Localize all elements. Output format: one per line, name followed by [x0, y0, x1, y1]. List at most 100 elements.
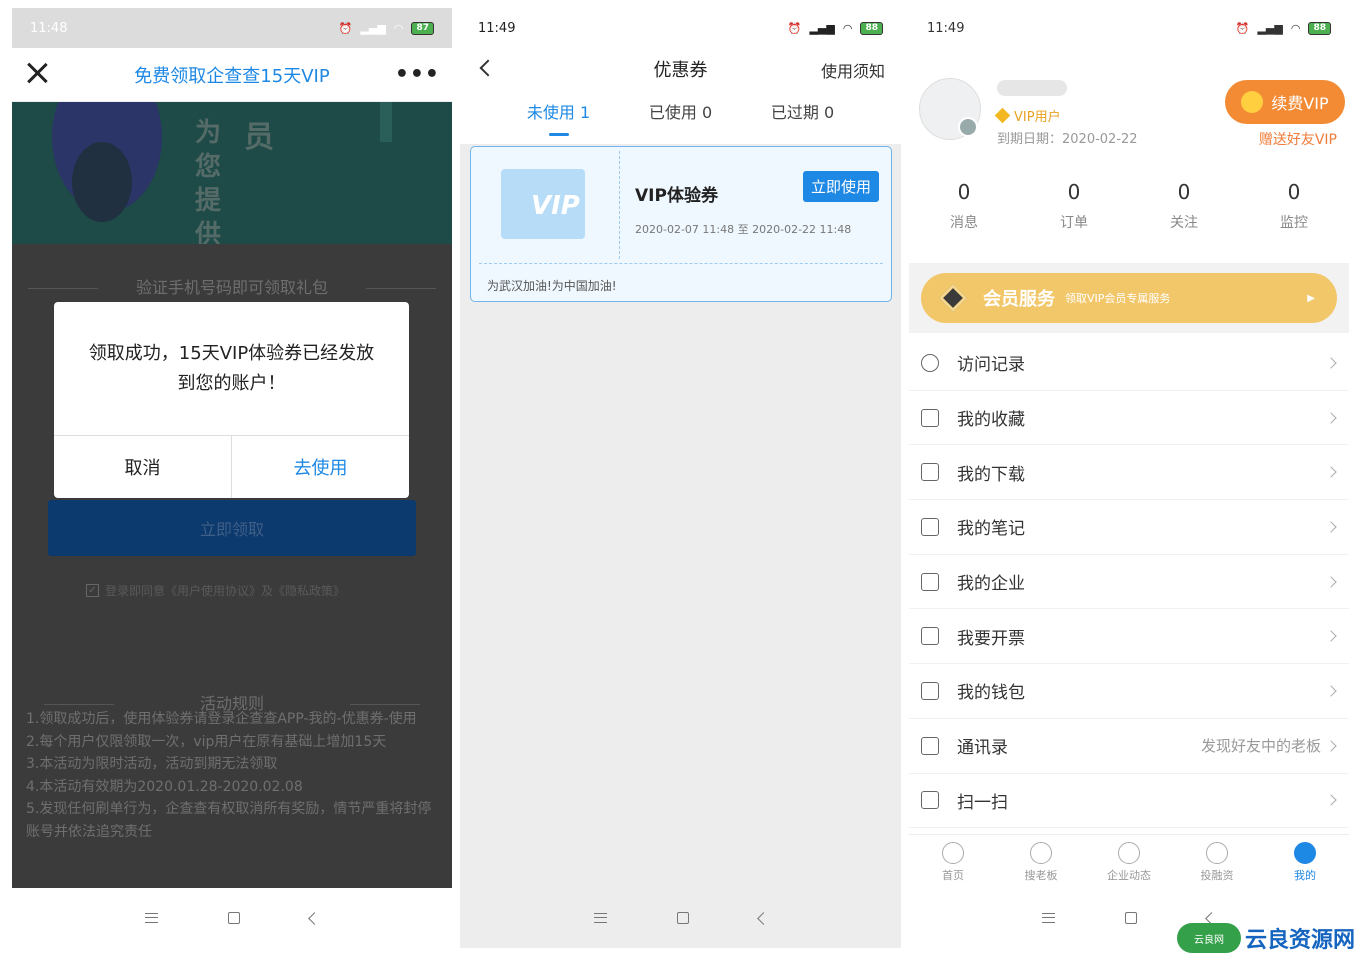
status-icons: ⏰ ▂▄▆ ◠ 88 [1235, 21, 1331, 35]
use-now-button[interactable]: 立即使用 [802, 171, 879, 202]
gift-vip-link[interactable]: 赠送好友VIP [1259, 129, 1337, 149]
menu-label: 通讯录 [957, 738, 1008, 759]
more-icon[interactable]: ••• [395, 62, 440, 87]
menu-item-wallet[interactable]: 我的钱包 [909, 664, 1349, 719]
chevron-right-icon [1325, 357, 1337, 369]
tab-label: 我的 [1294, 869, 1316, 882]
menu-item-scan[interactable]: 扫一扫 [909, 774, 1349, 829]
clock-icon [921, 353, 939, 372]
stat-follows[interactable]: 0 关注 [1129, 180, 1239, 232]
menu-label: 扫一扫 [957, 792, 1008, 813]
wallet-icon [921, 681, 939, 700]
rule-item: 4.本活动有效期为2020.01.28-2020.02.08 [26, 778, 303, 795]
menu-label: 我的收藏 [957, 410, 1025, 431]
rule-item: 2.每个用户仅限领取一次，vip用户在原有基础上增加15天 [26, 733, 387, 750]
wifi-icon: ◠ [842, 21, 853, 35]
renew-label: 续费VIP [1271, 94, 1329, 113]
menu-label: 我的企业 [957, 574, 1025, 595]
vip-coin-icon [1241, 91, 1264, 113]
status-bar: 11:49 ⏰ ▂▄▆ ◠ 88 [460, 8, 901, 48]
rules-list: 1.领取成功后，使用体验券请登录企查查APP-我的-优惠券-使用 2.每个用户仅… [26, 708, 438, 843]
claim-button[interactable]: 立即领取 [48, 500, 416, 556]
back-icon[interactable] [308, 911, 321, 925]
home-icon[interactable] [676, 912, 689, 924]
menu-label: 访问记录 [957, 355, 1025, 376]
wifi-icon: ◠ [1290, 21, 1301, 35]
watermark: 云良网 云良资源网 [1176, 922, 1355, 954]
cancel-button[interactable]: 取消 [54, 436, 232, 498]
home-icon[interactable] [1125, 912, 1137, 924]
battery-icon: 88 [860, 21, 883, 35]
top-bar: 免费领取企查查15天VIP ••• [12, 48, 452, 102]
stat-messages[interactable]: 0 消息 [909, 180, 1019, 232]
dialog-message: 领取成功，15天VIP体验券已经发放到您的账户！ [54, 302, 409, 436]
stat-monitor[interactable]: 0 监控 [1239, 180, 1349, 232]
chevron-right-icon [1325, 685, 1337, 697]
alarm-icon: ⏰ [1235, 21, 1250, 35]
menu-item-notes[interactable]: 我的笔记 [909, 500, 1349, 555]
home-icon[interactable] [228, 912, 240, 924]
chevron-right-icon [1325, 411, 1337, 424]
watermark-badge: 云良网 [1176, 923, 1241, 953]
avatar[interactable] [919, 78, 981, 140]
close-icon[interactable] [24, 60, 50, 86]
back-icon[interactable] [756, 911, 770, 925]
news-icon [1118, 842, 1140, 864]
watermark-text: 云良资源网 [1244, 928, 1355, 953]
agreement-text: 登录即同意《用户使用协议》及《隐私政策》 [105, 584, 346, 598]
checkbox-icon[interactable]: ✓ [86, 584, 99, 597]
stat-num: 0 [957, 180, 971, 204]
vip-user-badge: VIP用户 [994, 106, 1061, 125]
tab-boss[interactable]: 搜老板 [997, 835, 1085, 890]
status-icons: ⏰ ▂▄▆ ◠ 87 [339, 21, 434, 35]
tab-unused[interactable]: 未使用 1 [498, 100, 620, 140]
chevron-right-icon [1325, 794, 1337, 807]
tab-news[interactable]: 企业动态 [1085, 835, 1173, 890]
status-bar: 11:49 ⏰ ▂▄▆ ◠ 88 [909, 8, 1349, 48]
status-time: 11:49 [927, 20, 965, 36]
phone-screen-claim: 11:48 ⏰ ▂▄▆ ◠ 87 免费领取企查查15天VIP ••• 为您提供 … [12, 8, 452, 948]
stat-num: 0 [1287, 180, 1301, 204]
status-time: 11:49 [478, 20, 516, 36]
menu-label: 我的笔记 [957, 519, 1025, 540]
wifi-icon: ◠ [393, 21, 404, 35]
menu-icon[interactable] [593, 913, 607, 923]
username-blurred [997, 80, 1067, 96]
scan-icon [921, 791, 939, 810]
chevron-right-icon [1325, 630, 1337, 642]
renew-vip-button[interactable]: 续费VIP [1225, 80, 1345, 124]
menu-item-company[interactable]: 我的企业 [909, 555, 1349, 610]
vip-service-section: 会员服务 领取VIP会员专属服务 ▶ [909, 263, 1349, 333]
building-icon [921, 572, 939, 591]
expire-date: 到期日期：2020-02-22 [997, 132, 1138, 147]
stat-label: 关注 [1170, 215, 1198, 231]
tab-used[interactable]: 已使用 0 [620, 100, 742, 140]
menu-icon[interactable] [1042, 913, 1055, 923]
agreement[interactable]: ✓ 登录即同意《用户使用协议》及《隐私政策》 [86, 582, 345, 599]
tab-expired[interactable]: 已过期 0 [742, 100, 864, 140]
go-use-button[interactable]: 去使用 [232, 436, 409, 498]
stats-row: 0 消息 0 订单 0 关注 0 监控 [909, 180, 1349, 232]
phone-screen-profile: 11:49 ⏰ ▂▄▆ ◠ 88 VIP用户 到期日期：2020-02-22 续… [909, 8, 1349, 948]
bottom-tab-bar: 首页 搜老板 企业动态 投融资 我的 [909, 834, 1349, 890]
status-icons: ⏰ ▂▄▆ ◠ 88 [787, 21, 883, 35]
menu-item-history[interactable]: 访问记录 [909, 336, 1349, 391]
vip-service-banner[interactable]: 会员服务 领取VIP会员专属服务 ▶ [921, 273, 1337, 323]
menu-item-downloads[interactable]: 我的下载 [909, 445, 1349, 501]
tab-profile[interactable]: 我的 [1261, 835, 1349, 890]
alarm-icon: ⏰ [787, 21, 802, 35]
stat-label: 消息 [950, 215, 978, 231]
note-icon [921, 517, 939, 536]
menu-item-contacts[interactable]: 通讯录 发现好友中的老板 [909, 719, 1349, 774]
tab-finance[interactable]: 投融资 [1173, 835, 1261, 890]
menu-icon[interactable] [145, 913, 158, 923]
chevron-right-icon [1325, 521, 1337, 533]
menu-item-invoice[interactable]: 我要开票 [909, 609, 1349, 665]
usage-notice-link[interactable]: 使用须知 [821, 58, 885, 82]
banner-decoration [72, 142, 132, 222]
stat-orders[interactable]: 0 订单 [1019, 180, 1129, 232]
vip-service-subtitle: 领取VIP会员专属服务 [1065, 292, 1171, 305]
coupon-period: 2020-02-07 11:48 至 2020-02-22 11:48 [635, 223, 852, 236]
menu-item-favorites[interactable]: 我的收藏 [909, 391, 1349, 446]
tab-home[interactable]: 首页 [909, 835, 997, 890]
